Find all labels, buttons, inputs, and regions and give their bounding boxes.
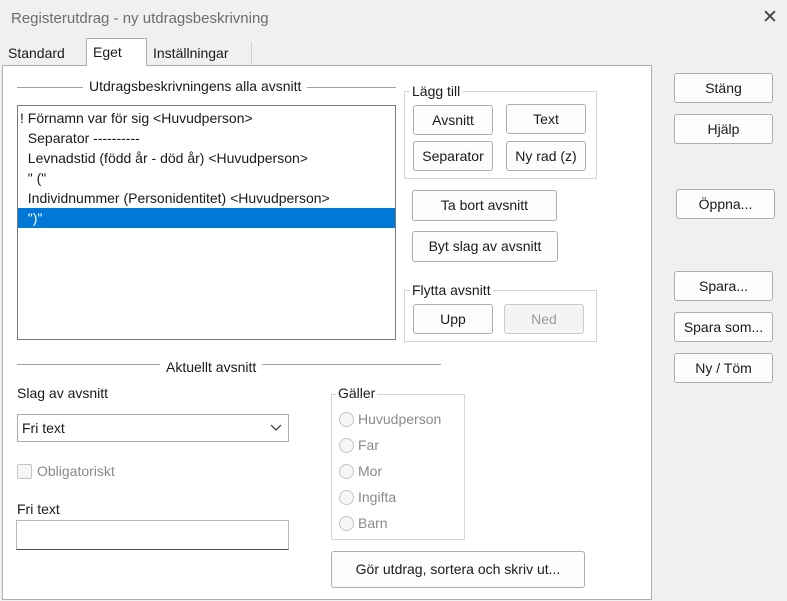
radio-label: Barn bbox=[358, 515, 388, 531]
radio-mor[interactable] bbox=[339, 464, 354, 479]
mandatory-label: Obligatoriskt bbox=[37, 463, 115, 479]
tab-standard[interactable]: Standard bbox=[2, 40, 85, 66]
move-down-button[interactable]: Ned bbox=[504, 304, 584, 334]
close-button[interactable]: Stäng bbox=[674, 73, 773, 103]
run-extract-button[interactable]: Gör utdrag, sortera och skriv ut... bbox=[331, 551, 585, 588]
radio-label: Far bbox=[358, 437, 379, 453]
list-item-selected[interactable]: ")" bbox=[18, 208, 395, 228]
list-item[interactable]: Levnadstid (född år - död år) <Huvudpers… bbox=[18, 148, 395, 168]
tab-eget[interactable]: Eget bbox=[86, 38, 147, 66]
radio-label: Ingifta bbox=[358, 489, 397, 505]
free-text-input[interactable] bbox=[16, 520, 289, 550]
section-type-value: Fri text bbox=[22, 420, 65, 436]
help-button[interactable]: Hjälp bbox=[674, 114, 773, 144]
window-title: Registerutdrag - ny utdragsbeskrivning bbox=[11, 10, 269, 27]
radio-label: Huvudperson bbox=[358, 411, 442, 427]
save-button[interactable]: Spara... bbox=[674, 271, 773, 301]
remove-section-button[interactable]: Ta bort avsnitt bbox=[412, 190, 557, 221]
move-group-title: Flytta avsnitt bbox=[410, 282, 493, 298]
add-text-button[interactable]: Text bbox=[506, 104, 586, 134]
radio-label: Mor bbox=[358, 463, 383, 479]
sections-listbox[interactable]: ! Förnamn var för sig <Huvudperson> Sepa… bbox=[17, 105, 396, 340]
tab-label: Eget bbox=[93, 44, 122, 60]
sections-group-title: Utdragsbeskrivningens alla avsnitt bbox=[83, 78, 308, 94]
tab-installningar[interactable]: Inställningar bbox=[147, 40, 251, 66]
radio-huvudperson[interactable] bbox=[339, 412, 354, 427]
tab-label: Inställningar bbox=[153, 45, 229, 61]
list-item[interactable]: Separator ---------- bbox=[18, 128, 395, 148]
list-item[interactable]: ! Förnamn var för sig <Huvudperson> bbox=[18, 108, 395, 128]
section-type-select[interactable]: Fri text bbox=[17, 414, 289, 442]
close-icon[interactable]: ✕ bbox=[761, 8, 779, 27]
save-as-button[interactable]: Spara som... bbox=[674, 312, 773, 342]
change-section-type-button[interactable]: Byt slag av avsnitt bbox=[412, 231, 558, 262]
mandatory-checkbox[interactable] bbox=[17, 464, 32, 479]
radio-barn[interactable] bbox=[339, 516, 354, 531]
open-button[interactable]: Öppna... bbox=[676, 189, 775, 219]
new-clear-button[interactable]: Ny / Töm bbox=[674, 353, 773, 383]
radio-ingifta[interactable] bbox=[339, 490, 354, 505]
list-item[interactable]: Individnummer (Personidentitet) <Huvudpe… bbox=[18, 188, 395, 208]
radio-far[interactable] bbox=[339, 438, 354, 453]
chevron-down-icon bbox=[270, 424, 282, 431]
move-up-button[interactable]: Upp bbox=[413, 304, 493, 334]
tab-label: Standard bbox=[8, 45, 65, 61]
add-group-title: Lägg till bbox=[410, 83, 463, 99]
list-item[interactable]: " (" bbox=[18, 168, 395, 188]
add-separator-button[interactable]: Separator bbox=[413, 141, 493, 171]
add-section-button[interactable]: Avsnitt bbox=[413, 105, 493, 135]
add-new-row-button[interactable]: Ny rad (z) bbox=[506, 141, 586, 171]
applies-group-title: Gäller bbox=[336, 385, 378, 401]
free-text-label: Fri text bbox=[17, 501, 60, 517]
section-type-label: Slag av avsnitt bbox=[17, 385, 109, 401]
tab-divider bbox=[251, 42, 252, 64]
current-group-title: Aktuellt avsnitt bbox=[160, 359, 263, 375]
